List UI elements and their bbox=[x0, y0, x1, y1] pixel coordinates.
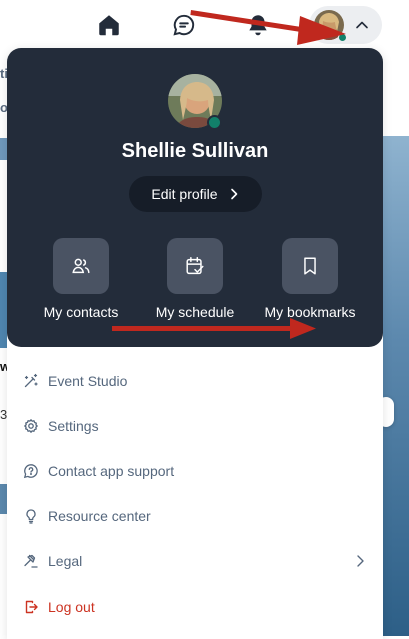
my-schedule-button[interactable]: My schedule bbox=[135, 238, 255, 328]
user-name: Shellie Sullivan bbox=[121, 140, 269, 162]
profile-card: Shellie Sullivan Edit profile My contact… bbox=[7, 48, 383, 347]
my-contacts-label: My contacts bbox=[43, 304, 119, 320]
menu-item-label: Log out bbox=[48, 599, 95, 615]
logout-icon bbox=[23, 599, 39, 615]
gavel-icon bbox=[23, 553, 39, 569]
my-bookmarks-button[interactable]: My bookmarks bbox=[250, 238, 370, 328]
chevron-right-icon bbox=[230, 188, 237, 200]
home-icon[interactable] bbox=[96, 12, 122, 38]
menu-item-resource-center[interactable]: Resource center bbox=[23, 504, 371, 528]
online-status-dot bbox=[338, 33, 347, 42]
background-strip bbox=[0, 272, 7, 348]
my-bookmarks-label: My bookmarks bbox=[264, 304, 356, 320]
menu-item-event-studio[interactable]: Event Studio bbox=[23, 369, 371, 393]
menu-item-settings[interactable]: Settings bbox=[23, 414, 371, 438]
my-contacts-button[interactable]: My contacts bbox=[21, 238, 141, 328]
background-strip bbox=[0, 484, 7, 514]
bell-icon[interactable] bbox=[245, 12, 271, 38]
chevron-up-icon bbox=[356, 21, 368, 29]
menu-item-label: Settings bbox=[48, 418, 99, 434]
help-icon bbox=[23, 463, 39, 479]
background-strip bbox=[383, 136, 409, 636]
chevron-right-icon bbox=[357, 555, 364, 567]
top-nav-bar bbox=[0, 0, 409, 52]
profile-dropdown-panel: Shellie Sullivan Edit profile My contact… bbox=[7, 48, 383, 639]
edit-profile-label: Edit profile bbox=[151, 186, 218, 202]
menu-item-contact-support[interactable]: Contact app support bbox=[23, 459, 371, 483]
gear-icon bbox=[23, 418, 39, 434]
menu-item-label: Contact app support bbox=[48, 463, 175, 479]
background-strip bbox=[0, 138, 7, 160]
my-schedule-label: My schedule bbox=[155, 304, 235, 320]
menu-item-label: Resource center bbox=[48, 508, 151, 524]
calendar-check-icon bbox=[186, 257, 204, 275]
menu-item-logout[interactable]: Log out bbox=[23, 595, 371, 619]
bookmark-icon bbox=[304, 257, 316, 275]
edit-profile-button[interactable]: Edit profile bbox=[129, 176, 262, 212]
lightbulb-icon bbox=[23, 508, 39, 524]
contacts-icon bbox=[72, 258, 90, 274]
profile-menu-toggle[interactable] bbox=[309, 6, 382, 44]
online-status-dot bbox=[207, 115, 222, 130]
chat-icon[interactable] bbox=[171, 12, 197, 38]
magic-wand-icon bbox=[23, 373, 39, 389]
menu-item-label: Event Studio bbox=[48, 373, 128, 389]
menu-item-legal[interactable]: Legal bbox=[23, 549, 371, 573]
menu-item-label: Legal bbox=[48, 553, 83, 569]
